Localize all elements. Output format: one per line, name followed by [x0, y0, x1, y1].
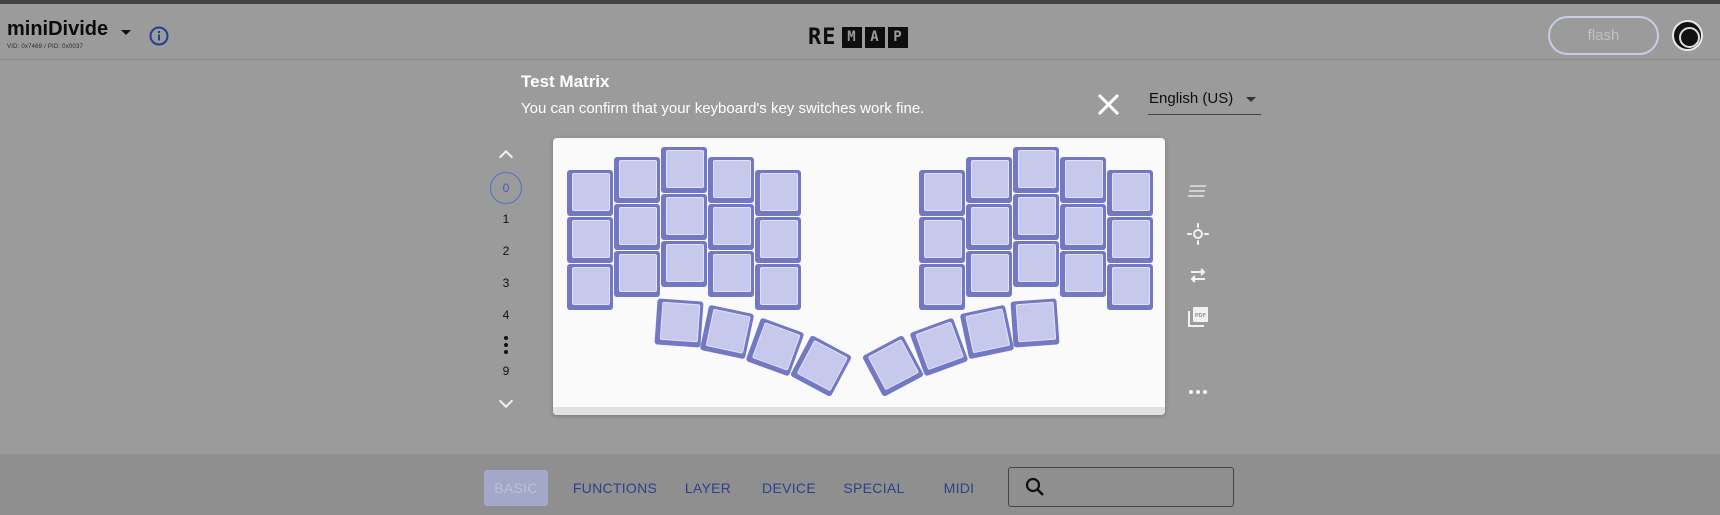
- keyboard-name[interactable]: miniDivide: [7, 18, 108, 41]
- key[interactable]: [755, 170, 801, 216]
- key[interactable]: [567, 217, 613, 263]
- key[interactable]: [755, 264, 801, 310]
- key[interactable]: [661, 194, 707, 240]
- logo-letter-m: M: [841, 26, 862, 48]
- layer-item-0[interactable]: 0: [490, 172, 522, 204]
- key[interactable]: [661, 147, 707, 193]
- key[interactable]: [755, 217, 801, 263]
- key[interactable]: [1013, 241, 1059, 287]
- layer-item-9[interactable]: 9: [490, 355, 522, 387]
- layer-item-2[interactable]: 2: [490, 235, 522, 267]
- language-select[interactable]: English (US): [1148, 87, 1261, 115]
- key[interactable]: [654, 298, 704, 348]
- key[interactable]: [1060, 157, 1106, 203]
- remap-logo: RE M A P: [808, 24, 908, 50]
- key[interactable]: [661, 241, 707, 287]
- layer-up-icon[interactable]: [498, 148, 514, 164]
- key[interactable]: [1010, 298, 1060, 348]
- flash-button[interactable]: flash: [1548, 16, 1659, 55]
- dialog-subtitle: You can confirm that your keyboard's key…: [521, 100, 925, 117]
- key[interactable]: [919, 217, 965, 263]
- key[interactable]: [1060, 251, 1106, 297]
- key[interactable]: [699, 304, 755, 360]
- tab-device[interactable]: DEVICE: [758, 470, 820, 506]
- layer-item-1[interactable]: 1: [490, 203, 522, 235]
- search-icon: [1025, 477, 1044, 496]
- key[interactable]: [567, 264, 613, 310]
- dialog-title: Test Matrix: [521, 72, 610, 91]
- key[interactable]: [708, 251, 754, 297]
- keyboard-dropdown-icon[interactable]: [121, 30, 131, 35]
- app-header: miniDivide VID: 0x7469 / PID: 0x0037 RE …: [0, 4, 1720, 60]
- layer-item-3[interactable]: 3: [490, 267, 522, 299]
- language-label: English (US): [1149, 90, 1234, 107]
- key[interactable]: [708, 204, 754, 250]
- chevron-down-icon: [1246, 97, 1256, 102]
- logo-letter-p: P: [887, 26, 908, 48]
- key[interactable]: [1107, 217, 1153, 263]
- logo-prefix: RE: [808, 24, 837, 50]
- lines-icon[interactable]: [1186, 180, 1210, 204]
- keyboard-layout: [553, 138, 1165, 415]
- key[interactable]: [919, 264, 965, 310]
- key[interactable]: [959, 304, 1015, 360]
- key[interactable]: [966, 204, 1012, 250]
- tab-special[interactable]: SPECIAL: [840, 470, 908, 506]
- layer-down-icon[interactable]: [498, 396, 514, 412]
- svg-text:PDF: PDF: [1195, 313, 1206, 319]
- info-icon[interactable]: [149, 26, 169, 46]
- key[interactable]: [708, 157, 754, 203]
- key[interactable]: [1060, 204, 1106, 250]
- user-avatar[interactable]: [1672, 20, 1703, 51]
- layer-item-4[interactable]: 4: [490, 299, 522, 331]
- key[interactable]: [567, 170, 613, 216]
- tab-midi[interactable]: MIDI: [928, 470, 990, 506]
- key[interactable]: [614, 204, 660, 250]
- brightness-icon[interactable]: [1186, 222, 1210, 246]
- swap-icon[interactable]: [1186, 263, 1210, 287]
- key[interactable]: [1013, 194, 1059, 240]
- more-icon[interactable]: [1186, 380, 1210, 404]
- tab-layer[interactable]: LAYER: [680, 470, 736, 506]
- key[interactable]: [1107, 264, 1153, 310]
- key[interactable]: [966, 157, 1012, 203]
- search-field[interactable]: [1008, 467, 1234, 507]
- close-icon[interactable]: [1096, 92, 1120, 116]
- key[interactable]: [966, 251, 1012, 297]
- keyboard-ids: VID: 0x7469 / PID: 0x0037: [7, 44, 84, 50]
- key[interactable]: [614, 251, 660, 297]
- key[interactable]: [919, 170, 965, 216]
- logo-letter-a: A: [864, 26, 885, 48]
- key[interactable]: [1107, 170, 1153, 216]
- layer-more-icon[interactable]: [504, 336, 508, 354]
- key[interactable]: [614, 157, 660, 203]
- key[interactable]: [1013, 147, 1059, 193]
- tab-functions[interactable]: FUNCTIONS: [566, 470, 664, 506]
- tab-basic[interactable]: BASIC: [484, 470, 548, 506]
- pdf-icon[interactable]: PDF: [1186, 305, 1210, 329]
